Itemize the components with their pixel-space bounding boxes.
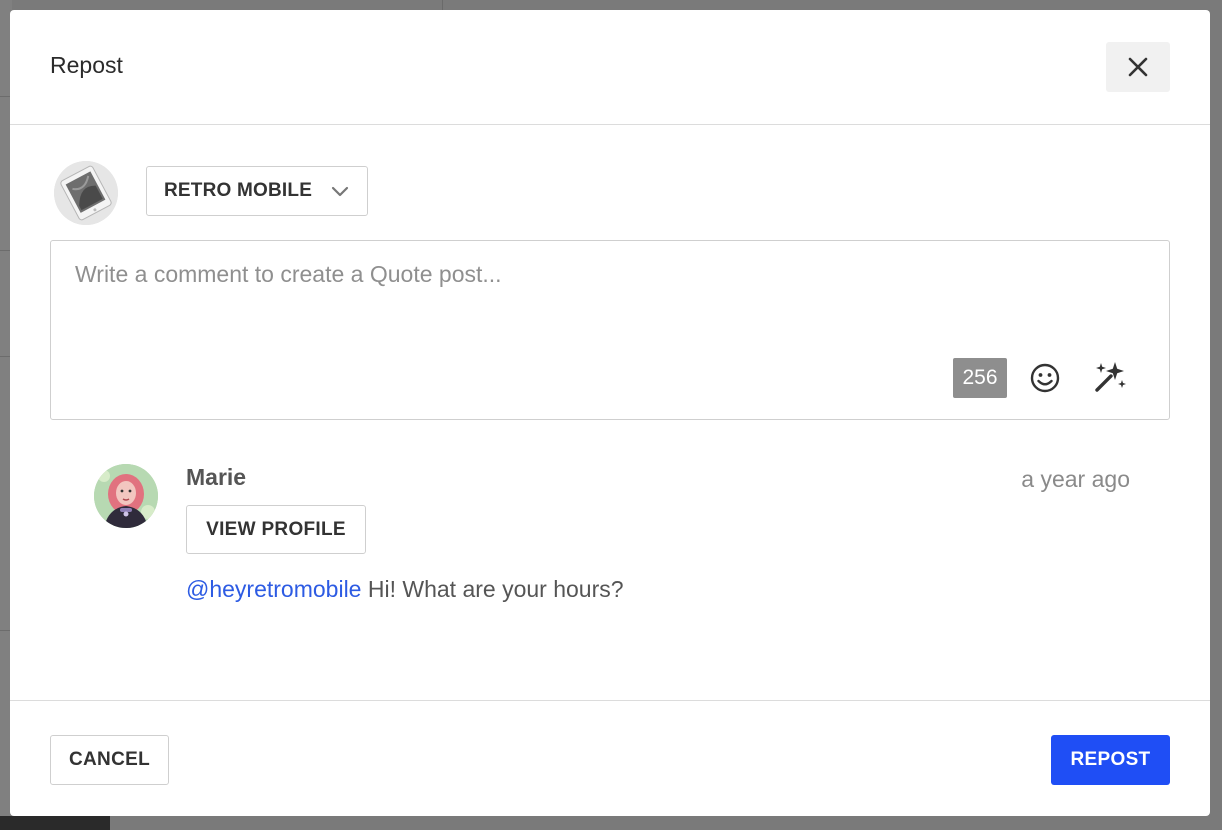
post-timestamp: a year ago: [1021, 466, 1130, 492]
background-footer-strip: [0, 816, 110, 830]
close-button[interactable]: [1106, 42, 1170, 92]
post-message: Hi! What are your hours?: [361, 576, 624, 602]
dialog-title: Repost: [50, 52, 123, 78]
dialog-header: Repost: [10, 10, 1210, 125]
account-selector[interactable]: RETRO MOBILE: [146, 166, 368, 216]
chevron-down-icon: [331, 186, 349, 197]
mention-link[interactable]: @heyretromobile: [186, 576, 361, 602]
background-divider: [442, 0, 443, 10]
magic-wand-icon[interactable]: [1091, 358, 1129, 396]
character-counter: 256: [953, 358, 1007, 398]
post-text: @heyretromobile Hi! What are your hours?: [186, 576, 624, 603]
account-avatar: [54, 161, 118, 225]
comment-input[interactable]: [75, 261, 1145, 331]
repost-dialog: Repost RETRO MOBILE 256: [10, 10, 1210, 816]
view-profile-button[interactable]: VIEW PROFILE: [186, 505, 366, 554]
smiley-icon[interactable]: [1027, 360, 1063, 396]
cancel-button[interactable]: CANCEL: [50, 735, 169, 785]
repost-button[interactable]: REPOST: [1051, 735, 1170, 785]
comment-box: 256: [50, 240, 1170, 420]
author-avatar: [94, 464, 158, 528]
account-name: RETRO MOBILE: [164, 180, 313, 201]
close-icon: [1128, 57, 1148, 77]
post-author-name: Marie: [186, 464, 247, 490]
dialog-footer: CANCEL REPOST: [10, 700, 1210, 816]
